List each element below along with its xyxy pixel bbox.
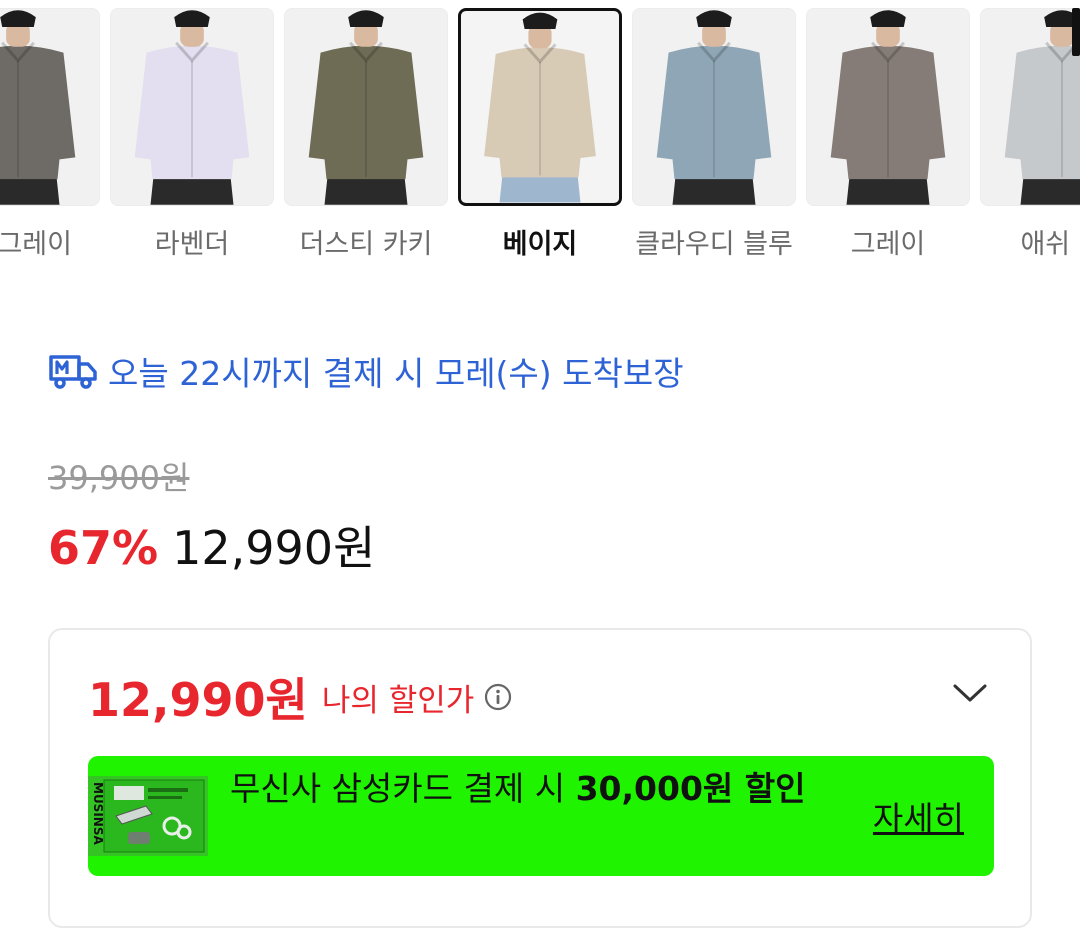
product-thumbnail[interactable]	[0, 8, 100, 206]
card-brand-text: MUSINSA	[91, 782, 105, 845]
color-option-dark-gray[interactable]: 엄 그레이	[0, 8, 100, 260]
product-thumbnail[interactable]	[632, 8, 796, 206]
info-icon[interactable]	[484, 683, 512, 711]
delivery-text: 오늘 22시까지 결제 시 모레(수) 도착보장	[108, 354, 684, 393]
musinsa-card-image: MUSINSA	[88, 776, 208, 856]
color-option-label: 애쉬 그	[1020, 229, 1080, 260]
model-illustration	[633, 9, 795, 205]
chevron-down-icon[interactable]	[952, 682, 988, 704]
discount-rate: 67%	[48, 521, 159, 575]
sale-price: 12,990원	[172, 521, 376, 575]
model-illustration	[461, 11, 619, 203]
delivery-guarantee: 오늘 22시까지 결제 시 모레(수) 도착보장	[48, 348, 684, 394]
my-discount-label: 나의 할인가	[321, 682, 475, 719]
product-thumbnail[interactable]	[980, 8, 1080, 206]
scroll-edge-indicator	[1072, 8, 1080, 56]
model-illustration	[111, 9, 273, 205]
model-illustration	[0, 9, 99, 205]
product-thumbnail[interactable]	[806, 8, 970, 206]
model-illustration	[285, 9, 447, 205]
color-option-cloudy-blue[interactable]: 클라우디 블루	[632, 8, 796, 260]
color-option-beige[interactable]: 베이지	[458, 8, 622, 260]
model-illustration	[981, 9, 1080, 205]
price-row: 67% 12,990원	[48, 512, 375, 578]
color-option-strip[interactable]: 엄 그레이 라벤더 더스티 카키 베이지 클라우디 블루 그레이 애쉬 그	[0, 0, 1080, 270]
color-option-lavender[interactable]: 라벤더	[110, 8, 274, 260]
color-option-dusty-khaki[interactable]: 더스티 카키	[284, 8, 448, 260]
product-thumbnail[interactable]	[110, 8, 274, 206]
my-discount-price: 12,990원	[88, 673, 308, 727]
m-delivery-truck-icon	[49, 355, 97, 389]
color-option-ash-gray[interactable]: 애쉬 그	[980, 8, 1080, 260]
my-discount-card: 12,990원 나의 할인가 MUSINSA 무신사 삼성카드 결제 시 30,…	[48, 628, 1032, 928]
card-promo-banner[interactable]: MUSINSA 무신사 삼성카드 결제 시 30,000원 할인 자세히	[88, 756, 994, 876]
product-thumbnail[interactable]	[458, 8, 622, 206]
promo-text: 무신사 삼성카드 결제 시 30,000원 할인	[230, 769, 806, 808]
promo-details-link[interactable]: 자세히	[873, 792, 964, 840]
model-illustration	[807, 9, 969, 205]
my-discount-header[interactable]: 12,990원 나의 할인가	[88, 664, 512, 730]
color-option-gray[interactable]: 그레이	[806, 8, 970, 260]
promo-amount: 30,000원	[575, 769, 734, 808]
original-price: 39,900원	[48, 459, 190, 497]
product-thumbnail[interactable]	[284, 8, 448, 206]
